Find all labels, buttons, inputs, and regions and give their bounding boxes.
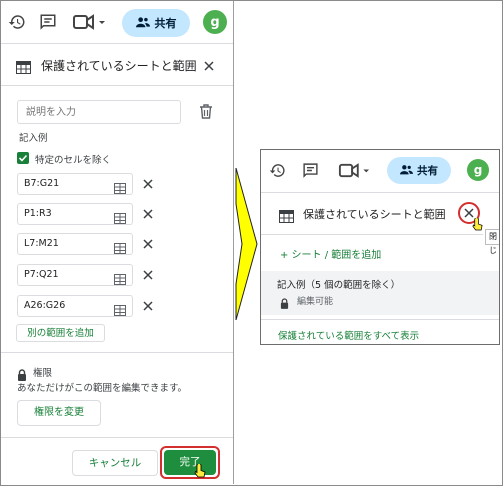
close-icon[interactable]	[201, 58, 217, 74]
cancel-button[interactable]: キャンセル	[72, 450, 158, 476]
comment-icon[interactable]	[37, 11, 59, 33]
panel-title: 保護されているシートと範囲	[303, 208, 446, 221]
protected-ranges-edit-panel: 共有 g 保護されているシートと範囲 記入例 特定のセルを除く B7:G21 P…	[1, 1, 234, 484]
avatar[interactable]: g	[203, 10, 227, 34]
protected-ranges-list-panel: 共有 g 保護されているシートと範囲 閉じ + シート / 範囲を追加 記入例（…	[260, 149, 500, 345]
history-icon[interactable]	[6, 11, 28, 33]
people-icon	[400, 164, 413, 178]
top-toolbar: 共有 g	[1, 1, 233, 43]
divider	[261, 192, 499, 193]
share-button[interactable]: 共有	[122, 9, 190, 37]
permission-description: あなただけがこの範囲を編集できます。	[17, 383, 188, 394]
excluded-range-field[interactable]: L7:M21	[17, 233, 133, 255]
remove-range-icon[interactable]	[140, 206, 156, 222]
transition-arrow-icon	[235, 168, 258, 320]
video-call-icon[interactable]	[71, 11, 107, 33]
excluded-range-field[interactable]: P7:Q21	[17, 264, 133, 286]
history-icon[interactable]	[266, 159, 288, 181]
divider	[1, 352, 233, 353]
divider	[1, 85, 233, 86]
range-item-permission: 編集可能	[297, 297, 334, 307]
exclude-cells-checkbox[interactable]	[17, 152, 29, 164]
change-permission-button[interactable]: 権限を変更	[17, 400, 101, 426]
table-icon	[279, 208, 294, 227]
share-button[interactable]: 共有	[387, 157, 451, 184]
remove-range-icon[interactable]	[140, 267, 156, 283]
comment-icon[interactable]	[299, 159, 321, 181]
remove-range-icon[interactable]	[140, 176, 156, 192]
delete-icon[interactable]	[199, 104, 213, 123]
panel-header: 保護されているシートと範囲	[1, 49, 233, 81]
share-label: 共有	[417, 165, 438, 177]
share-label: 共有	[154, 17, 177, 30]
divider	[1, 437, 233, 438]
show-all-protected-ranges-link[interactable]: 保護されている範囲をすべて表示	[278, 328, 419, 342]
divider	[1, 43, 233, 44]
panel-title: 保護されているシートと範囲	[41, 59, 197, 73]
grid-select-icon[interactable]	[114, 270, 126, 289]
range-value: P1:R3	[24, 208, 52, 219]
excluded-range-field[interactable]: A26:G26	[17, 295, 133, 317]
excluded-range-field[interactable]: B7:G21	[17, 173, 133, 195]
grid-select-icon[interactable]	[114, 239, 126, 258]
protected-range-item[interactable]: 記入例（5 個の範囲を除く） 編集可能	[261, 271, 499, 315]
divider	[261, 234, 483, 235]
range-name-label: 記入例	[19, 133, 48, 144]
close-tooltip: 閉じ	[485, 229, 499, 255]
range-value: B7:G21	[24, 178, 60, 189]
table-icon	[16, 59, 31, 78]
grid-select-icon[interactable]	[114, 301, 126, 320]
divider	[261, 319, 499, 320]
avatar[interactable]: g	[467, 159, 489, 181]
grid-select-icon[interactable]	[114, 209, 126, 228]
grid-select-icon[interactable]	[114, 179, 126, 198]
range-item-title: 記入例（5 個の範囲を除く）	[277, 280, 401, 291]
range-value: A26:G26	[24, 300, 66, 311]
permission-heading: 権限	[33, 368, 53, 379]
description-input[interactable]	[17, 100, 181, 124]
exclude-cells-label: 特定のセルを除く	[35, 155, 112, 166]
people-icon	[135, 16, 150, 31]
remove-range-icon[interactable]	[140, 298, 156, 314]
add-another-range-button[interactable]: 別の範囲を追加	[16, 324, 105, 342]
lock-icon	[280, 294, 289, 313]
pointer-hand-icon	[472, 216, 483, 235]
remove-range-icon[interactable]	[140, 236, 156, 252]
excluded-range-field[interactable]: P1:R3	[17, 203, 133, 225]
add-sheet-range-link[interactable]: + シート / 範囲を追加	[280, 246, 381, 261]
done-button[interactable]: 完了	[164, 450, 216, 475]
video-call-icon[interactable]	[337, 159, 371, 181]
pointer-hand-icon	[194, 463, 206, 482]
range-value: L7:M21	[24, 238, 59, 249]
range-value: P7:Q21	[24, 269, 59, 280]
